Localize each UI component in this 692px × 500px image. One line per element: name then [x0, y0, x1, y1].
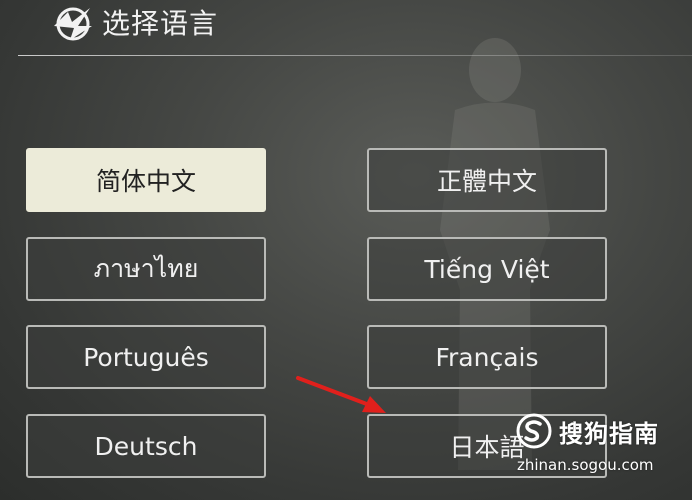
header-divider	[18, 55, 692, 56]
red-arrow-icon	[296, 376, 386, 413]
language-option-traditional-chinese[interactable]: 正體中文	[367, 148, 607, 212]
header: 选择语言	[0, 0, 692, 58]
language-option-german[interactable]: Deutsch	[26, 414, 266, 478]
page-title: 选择语言	[102, 7, 219, 40]
game-logo-icon	[54, 7, 92, 41]
sogou-logo-icon	[516, 413, 552, 449]
watermark-text: 搜狗指南	[559, 420, 659, 448]
language-option-vietnamese[interactable]: Tiếng Việt	[367, 237, 607, 301]
language-option-french[interactable]: Français	[367, 325, 607, 389]
language-option-simplified-chinese[interactable]: 简体中文	[26, 148, 266, 212]
language-option-thai[interactable]: ภาษาไทย	[26, 237, 266, 301]
language-option-portuguese[interactable]: Português	[26, 325, 266, 389]
watermark-url: zhinan.sogou.com	[517, 456, 654, 474]
sogou-watermark: 搜狗指南 zhinan.sogou.com	[515, 412, 685, 482]
